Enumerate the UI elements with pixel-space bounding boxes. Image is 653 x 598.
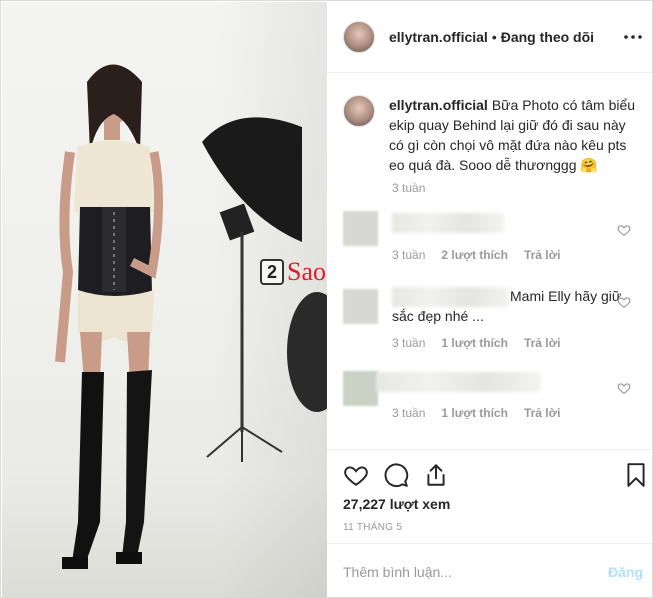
comment-meta: 3 tuần 1 lượt thích Trả lời	[392, 336, 560, 350]
views-number: 27,227	[343, 496, 386, 512]
photo-scene	[55, 64, 327, 569]
post-header: ellytran.official • Đang theo dõi	[327, 2, 653, 73]
caption-time[interactable]: 3 tuần	[392, 181, 425, 195]
views-label: lượt xem	[389, 496, 451, 512]
blurred-comment-text	[392, 213, 504, 233]
following-button[interactable]: Đang theo dõi	[501, 29, 594, 45]
add-comment-bar: Đăng	[327, 543, 653, 598]
header-username[interactable]: ellytran.official	[389, 29, 488, 45]
action-bar: 27,227 lượt xem 11 THÁNG 5	[327, 449, 653, 543]
share-icon[interactable]	[423, 462, 449, 488]
header-separator: •	[491, 29, 497, 45]
comment-avatar[interactable]	[343, 289, 378, 324]
like-comment-heart-icon[interactable]	[617, 295, 631, 309]
comment-likes[interactable]: 1 lượt thích	[441, 406, 508, 420]
comment-likes[interactable]: 2 lượt thích	[441, 248, 508, 262]
comment-time[interactable]: 3 tuần	[392, 248, 425, 262]
caption-body: ellytran.official Bữa Photo có tâm biểu e…	[389, 95, 639, 175]
reply-button[interactable]: Trả lời	[524, 248, 561, 262]
comment-bubble-icon[interactable]	[383, 462, 409, 488]
views-count[interactable]: 27,227 lượt xem	[343, 496, 450, 512]
like-heart-icon[interactable]	[343, 462, 369, 488]
reply-button[interactable]: Trả lời	[524, 406, 561, 420]
post-date[interactable]: 11 THÁNG 5	[343, 522, 402, 533]
caption-avatar[interactable]	[343, 95, 375, 127]
like-comment-heart-icon[interactable]	[617, 223, 631, 237]
post-frame: 2 Sao ellytran.official • Đang theo dõi …	[0, 0, 653, 598]
post-button[interactable]: Đăng	[608, 564, 643, 580]
comment-avatar[interactable]	[343, 371, 378, 406]
bookmark-icon[interactable]	[623, 462, 649, 488]
comments-list[interactable]: ellytran.official Bữa Photo có tâm biểu e…	[327, 73, 653, 449]
comment-meta: 3 tuần 2 lượt thích Trả lời	[392, 248, 560, 262]
caption: ellytran.official Bữa Photo có tâm biểu e…	[343, 95, 643, 175]
comment-meta: 3 tuần 1 lượt thích Trả lời	[392, 406, 560, 420]
comment-time[interactable]: 3 tuần	[392, 406, 425, 420]
watermark-text: Sao	[287, 257, 326, 286]
comment-likes[interactable]: 1 lượt thích	[441, 336, 508, 350]
watermark-logo: 2 Sao	[260, 256, 326, 288]
comment-time[interactable]: 3 tuần	[392, 336, 425, 350]
more-horizontal-icon[interactable]	[623, 27, 643, 47]
avatar[interactable]	[343, 21, 375, 53]
post-media[interactable]: 2 Sao	[2, 2, 327, 598]
comment-input[interactable]	[343, 562, 583, 582]
caption-username[interactable]: ellytran.official	[389, 97, 488, 113]
blurred-comment-text	[376, 372, 541, 392]
comment-text: Mami Elly hãy giữ sắc đẹp nhé ...	[392, 288, 622, 324]
reply-button[interactable]: Trả lời	[524, 336, 561, 350]
comment-avatar[interactable]	[343, 211, 378, 246]
like-comment-heart-icon[interactable]	[617, 381, 631, 395]
watermark-box: 2	[260, 259, 284, 285]
